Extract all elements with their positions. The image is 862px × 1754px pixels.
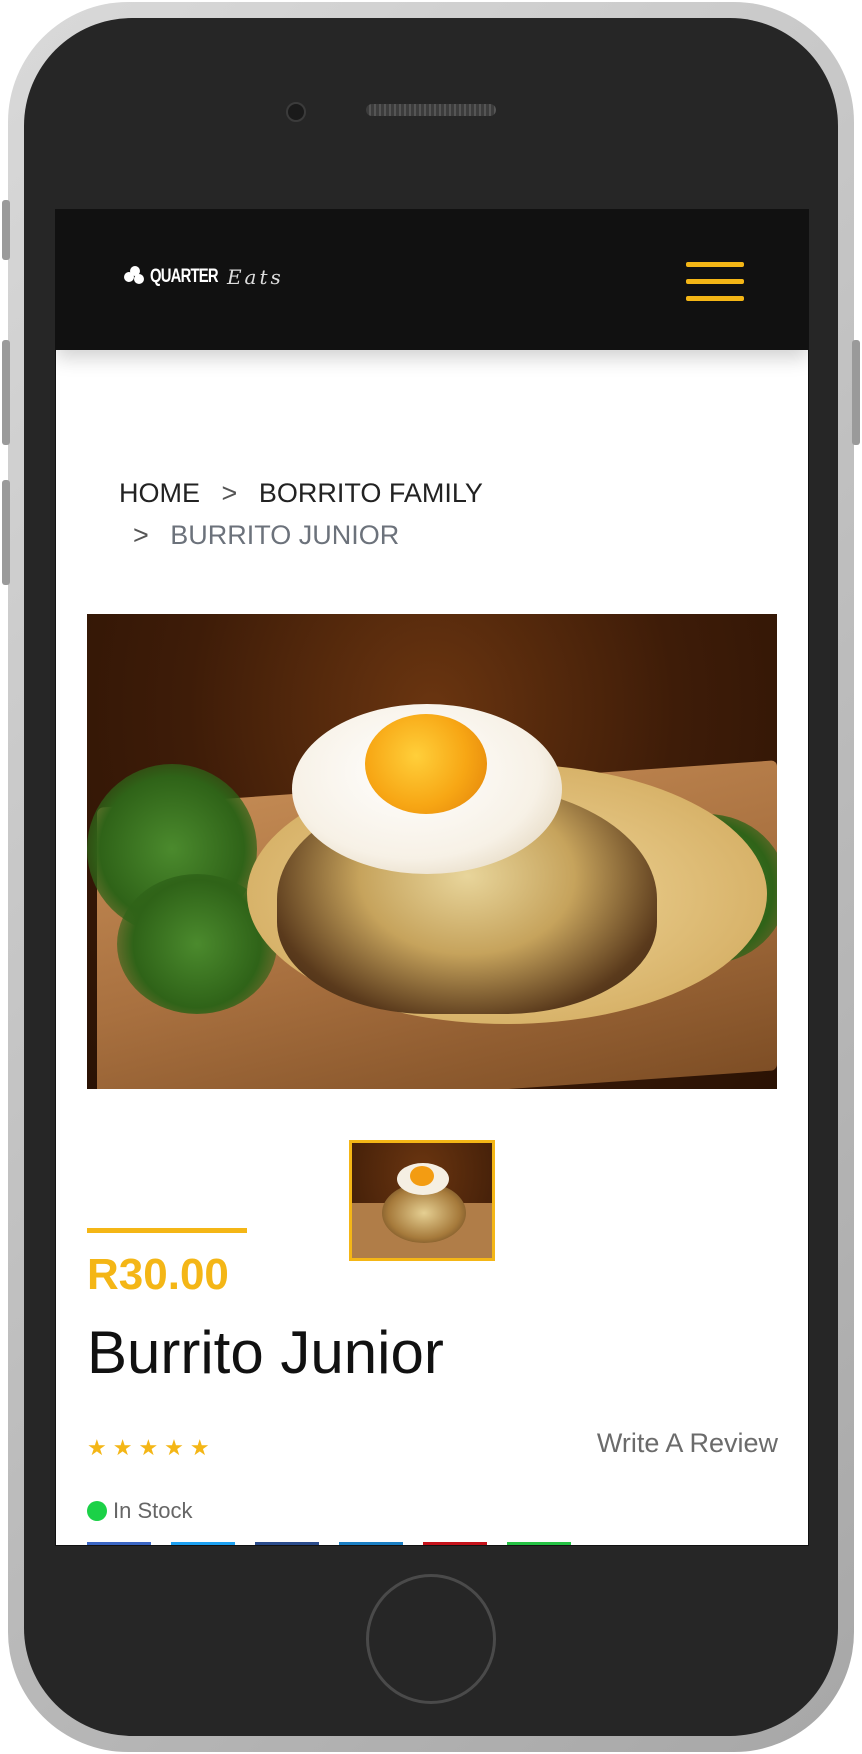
home-button[interactable]	[366, 1574, 496, 1704]
breadcrumb-separator: >	[133, 520, 149, 550]
earpiece-speaker	[366, 104, 496, 116]
price-accent-line	[87, 1228, 247, 1233]
thumbnail-yolk	[410, 1166, 434, 1186]
telegram-share-button[interactable]	[339, 1542, 403, 1545]
stock-status-label: In Stock	[113, 1498, 193, 1523]
product-title: Burrito Junior	[87, 1319, 444, 1386]
rating-stars: ★★★★★	[87, 1435, 216, 1460]
breadcrumb-category[interactable]: BORRITO FAMILY	[259, 478, 483, 508]
breadcrumb-separator: >	[221, 478, 238, 508]
logo[interactable]: QUARTER Eats	[124, 265, 284, 289]
twitter-share-button[interactable]	[171, 1542, 235, 1545]
logo-main-text: QUARTER	[150, 266, 219, 287]
front-camera	[286, 102, 306, 122]
phone-side-button	[2, 200, 10, 260]
product-main-image[interactable]	[87, 614, 777, 1089]
screen: QUARTER Eats HOME > BORRITO FAMILY > BUR…	[55, 209, 809, 1546]
phone-side-button	[2, 480, 10, 585]
share-buttons	[87, 1542, 571, 1545]
hamburger-icon	[686, 262, 744, 267]
cloud-logo-icon	[124, 266, 146, 288]
product-thumbnail[interactable]	[349, 1140, 495, 1261]
linkedin-share-button[interactable]	[255, 1542, 319, 1545]
fried-egg-yolk	[365, 714, 487, 814]
hamburger-icon	[686, 296, 744, 301]
write-review-link[interactable]: Write A Review	[597, 1428, 778, 1459]
pinterest-share-button[interactable]	[423, 1542, 487, 1545]
facebook-share-button[interactable]	[87, 1542, 151, 1545]
breadcrumb: HOME > BORRITO FAMILY > BURRITO JUNIOR	[119, 472, 483, 556]
phone-side-button	[852, 340, 860, 445]
phone-side-button	[2, 340, 10, 445]
breadcrumb-current: BURRITO JUNIOR	[170, 520, 400, 550]
navbar: QUARTER Eats	[56, 210, 808, 350]
in-stock-icon	[87, 1501, 107, 1521]
menu-button[interactable]	[686, 262, 744, 302]
breadcrumb-home[interactable]: HOME	[119, 478, 200, 508]
product-price: R30.00	[87, 1250, 229, 1299]
logo-script-text: Eats	[226, 265, 284, 289]
hamburger-icon	[686, 279, 744, 284]
stock-status: In Stock	[87, 1498, 192, 1524]
whatsapp-share-button[interactable]	[507, 1542, 571, 1545]
